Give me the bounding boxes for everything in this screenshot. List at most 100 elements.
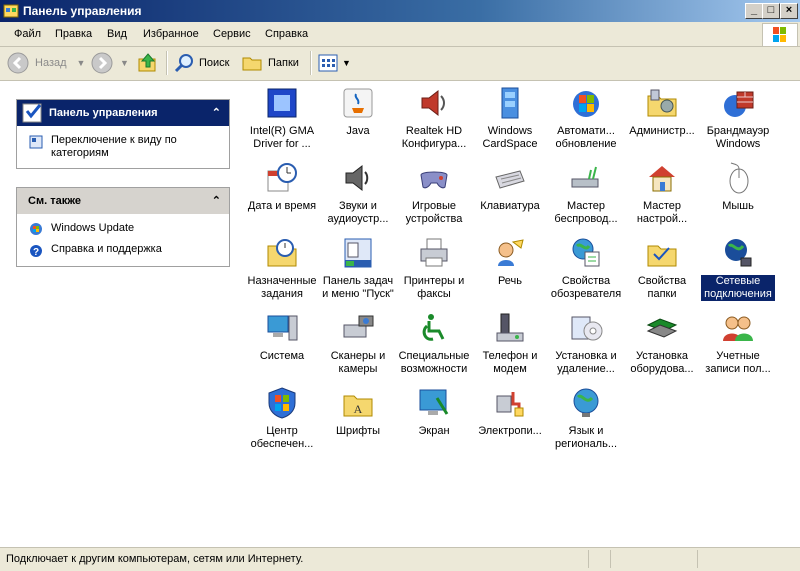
see-also-header[interactable]: См. также ⌃ — [17, 188, 229, 214]
item-label: Автомати... обновление — [555, 125, 617, 150]
collapse-chevron-icon[interactable]: ⌃ — [212, 106, 221, 119]
control-panel-items: Intel(R) GMA Driver for ... Java Realtek… — [245, 81, 800, 547]
item-wireless-wizard[interactable]: Мастер беспровод... — [549, 156, 623, 226]
windows-update-icon — [30, 223, 42, 235]
item-windows-firewall[interactable]: Брандмауэр Windows — [701, 81, 775, 151]
item-system[interactable]: Система — [245, 306, 319, 363]
item-label: Клавиатура — [480, 200, 540, 212]
scanner-camera-icon — [343, 315, 374, 338]
search-button[interactable]: Поиск — [173, 51, 229, 75]
back-arrow-icon — [7, 52, 29, 74]
menu-view[interactable]: Вид — [107, 28, 127, 40]
maximize-button[interactable]: □ — [762, 3, 780, 19]
windows-update-link[interactable]: Windows Update — [17, 214, 229, 239]
item-label: Язык и региональ... — [554, 425, 618, 450]
control-panel-header[interactable]: Панель управления ⌃ — [17, 100, 229, 126]
item-label: Дата и время — [247, 200, 317, 212]
back-button[interactable]: Назад ▼ — [6, 51, 85, 75]
item-realtek-hd[interactable]: Realtek HD Конфигура... — [397, 81, 471, 151]
intel-gma-icon — [267, 88, 297, 118]
item-scanners-cameras[interactable]: Сканеры и камеры — [321, 306, 395, 376]
see-also-title: См. также — [28, 195, 81, 207]
close-button[interactable]: × — [780, 3, 798, 19]
item-taskbar-start-menu[interactable]: Панель задач и меню "Пуск" — [321, 231, 395, 301]
search-icon — [174, 54, 193, 73]
folder-options-icon — [647, 245, 677, 267]
item-label: Realtek HD Конфигура... — [401, 125, 467, 150]
item-label: Система — [259, 350, 305, 362]
help-icon: ? — [30, 245, 42, 258]
item-folder-options[interactable]: Свойства папки — [625, 231, 699, 301]
item-printers-faxes[interactable]: Принтеры и факсы — [397, 231, 471, 301]
item-administrative-tools[interactable]: Администр... — [625, 81, 699, 138]
item-intel-gma[interactable]: Intel(R) GMA Driver for ... — [245, 81, 319, 151]
menu-favorites[interactable]: Избранное — [143, 28, 199, 40]
item-mouse[interactable]: Мышь — [701, 156, 775, 213]
folders-button[interactable]: Папки — [241, 51, 299, 75]
minimize-button[interactable]: _ — [745, 3, 763, 19]
automatic-updates-icon — [573, 91, 599, 117]
folder-up-icon — [138, 53, 156, 72]
collapse-chevron-icon[interactable]: ⌃ — [212, 194, 221, 207]
menu-bar: Файл Правка Вид Избранное Сервис Справка — [0, 22, 800, 47]
item-fonts[interactable]: A Шрифты — [321, 381, 395, 438]
phone-modem-icon — [496, 313, 524, 342]
item-label: Установка оборудова... — [630, 350, 694, 375]
item-label: Мастер настрой... — [636, 200, 688, 225]
item-security-center[interactable]: Центр обеспечен... — [245, 381, 319, 451]
menu-edit[interactable]: Правка — [55, 28, 92, 40]
speech-icon — [498, 239, 524, 266]
item-java[interactable]: Java — [321, 81, 395, 138]
item-automatic-updates[interactable]: Автомати... обновление — [549, 81, 623, 151]
item-label: Центр обеспечен... — [250, 425, 314, 450]
item-accessibility[interactable]: Специальные возможности — [397, 306, 471, 376]
item-windows-cardspace[interactable]: Windows CardSpace — [473, 81, 547, 151]
item-scheduled-tasks[interactable]: Назначенные задания — [245, 231, 319, 301]
item-speech[interactable]: Речь — [473, 231, 547, 288]
item-sounds-audio[interactable]: Звуки и аудиоустр... — [321, 156, 395, 226]
menu-tools[interactable]: Сервис — [213, 28, 251, 40]
item-label: Специальные возможности — [398, 350, 470, 375]
switch-to-category-view-link[interactable]: Переключение к виду по категориям — [17, 126, 229, 168]
item-label: Назначенные задания — [247, 275, 317, 300]
control-panel-box: Панель управления ⌃ Переключение к виду … — [16, 99, 230, 169]
up-button[interactable] — [136, 51, 160, 75]
help-and-support-link[interactable]: ? Справка и поддержка — [17, 239, 229, 266]
clock-calendar-icon — [267, 163, 297, 192]
item-phone-modem[interactable]: Телефон и модем — [473, 306, 547, 376]
item-display[interactable]: Экран — [397, 381, 471, 438]
title-bar[interactable]: Панель управления _ □ × — [0, 0, 800, 22]
item-network-connections[interactable]: Сетевые подключения — [701, 231, 775, 301]
wireless-network-icon — [571, 166, 599, 188]
java-icon — [343, 88, 373, 118]
accessibility-icon — [422, 314, 445, 341]
views-dropdown-icon[interactable]: ▼ — [342, 58, 351, 68]
item-keyboard[interactable]: Клавиатура — [473, 156, 547, 213]
item-label: Речь — [497, 275, 523, 287]
item-label: Мышь — [722, 200, 754, 212]
item-label: Windows CardSpace — [482, 125, 538, 150]
item-date-time[interactable]: Дата и время — [245, 156, 319, 213]
item-label: Принтеры и факсы — [403, 275, 465, 300]
item-add-hardware[interactable]: Установка оборудова... — [625, 306, 699, 376]
item-label: Брандмауэр Windows — [706, 125, 770, 150]
toolbar: Назад ▼ ▼ Поиск Папки ▼ — [0, 47, 800, 81]
item-user-accounts[interactable]: Учетные записи пол... — [701, 306, 775, 376]
home-network-icon — [649, 166, 675, 192]
speaker-icon — [421, 89, 445, 117]
forward-dropdown-icon[interactable]: ▼ — [120, 58, 129, 68]
menu-help[interactable]: Справка — [265, 28, 308, 40]
menu-file[interactable]: Файл — [14, 28, 41, 40]
views-button[interactable]: ▼ — [317, 51, 351, 75]
item-game-controllers[interactable]: Игровые устройства — [397, 156, 471, 226]
item-power-options[interactable]: Электропи... — [473, 381, 547, 438]
forward-button[interactable]: ▼ — [90, 51, 129, 75]
control-panel-icon — [22, 103, 42, 123]
item-regional-language[interactable]: Язык и региональ... — [549, 381, 623, 451]
administrative-tools-icon — [647, 89, 677, 117]
back-dropdown-icon[interactable]: ▼ — [77, 58, 86, 68]
item-network-setup-wizard[interactable]: Мастер настрой... — [625, 156, 699, 226]
item-internet-options[interactable]: Свойства обозревателя — [549, 231, 623, 301]
item-add-remove-programs[interactable]: Установка и удаление... — [549, 306, 623, 376]
item-label: Свойства обозревателя — [550, 275, 622, 300]
